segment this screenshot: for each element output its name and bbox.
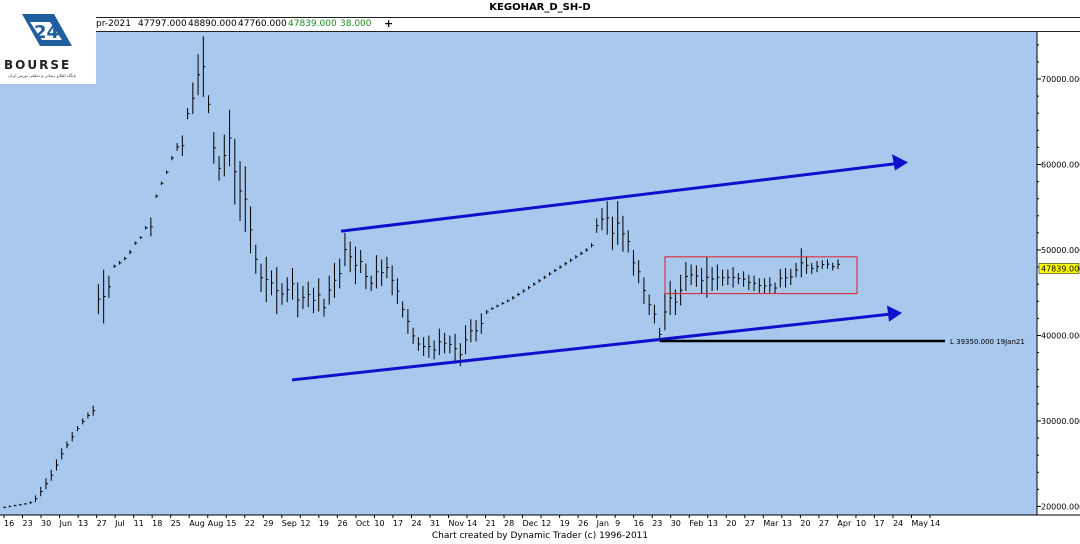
x-tick-label: 11 <box>134 519 144 528</box>
x-tick-label: 25 <box>171 519 181 528</box>
ohlc-close: 47839.000 <box>288 19 337 29</box>
x-tick-label: Aug <box>208 519 224 528</box>
x-tick-label: 12 <box>300 519 310 528</box>
logo-24-icon: 24 <box>22 14 72 46</box>
x-tick-label: 13 <box>782 519 792 528</box>
y-tick-label: 30000.000 <box>1041 417 1080 426</box>
x-tick-label: 20 <box>726 519 736 528</box>
x-tick-label: Oct <box>356 519 370 528</box>
y-tick-label: 50000.000 <box>1041 246 1080 255</box>
ohlc-change: 38.000 <box>340 19 372 29</box>
x-tick-label: 27 <box>745 519 755 528</box>
x-axis: 16 23 30 Jun 13 27 Jul 11 18 25 Aug Aug 15 22 29 Sep 12 1… <box>0 514 1080 531</box>
x-tick-label: Aug <box>189 519 205 528</box>
ohlc-low: 47760.000 <box>238 19 287 29</box>
y-tick-label: 60000.000 <box>1041 161 1080 170</box>
x-tick-label: 26 <box>578 519 588 528</box>
x-tick-label: Jul <box>114 519 125 528</box>
x-tick-label: 22 <box>245 519 255 528</box>
x-tick-label: 17 <box>874 519 884 528</box>
support-label: L 39350.000 19Jan21 <box>950 338 1025 346</box>
x-tick-label: 31 <box>430 519 440 528</box>
x-tick-label: 9 <box>615 519 620 528</box>
x-tick-label: 24 <box>893 519 903 528</box>
x-tick-label: Mar <box>763 519 779 528</box>
last-price-label: 47839.000 <box>1041 264 1080 273</box>
x-tick-label: 13 <box>708 519 718 528</box>
x-tick-label: 10 <box>856 519 866 528</box>
x-tick-label: 14 <box>467 519 477 528</box>
x-tick-label: 23 <box>23 519 33 528</box>
x-tick-label: 20 <box>800 519 810 528</box>
ohlc-open: 47797.000 <box>138 19 187 29</box>
x-tick-label: 21 <box>486 519 496 528</box>
x-tick-label: 16 <box>634 519 644 528</box>
x-tick-label: May <box>911 519 928 528</box>
ohlc-readout: pr-2021 47797.000 48890.000 47760.000 47… <box>96 17 1080 32</box>
x-tick-label: 23 <box>652 519 662 528</box>
x-tick-label: 19 <box>560 519 570 528</box>
x-tick-label: Apr <box>837 519 852 528</box>
x-tick-label: 27 <box>819 519 829 528</box>
x-tick-label: 18 <box>152 519 162 528</box>
x-tick-label: 17 <box>393 519 403 528</box>
x-tick-label: 19 <box>319 519 329 528</box>
y-tick-label: 20000.000 <box>1041 502 1080 511</box>
chart-title: KEGOHAR_D_SH-D <box>489 2 591 13</box>
logo-word: BOURSE <box>4 58 72 72</box>
x-tick-label: 13 <box>78 519 88 528</box>
chart-canvas: L 39350.000 19Jan21 20000.000 30000.000 40… <box>0 32 1080 531</box>
x-tick-label: Jan <box>596 519 609 528</box>
x-tick-label: 28 <box>504 519 514 528</box>
x-tick-label: Nov <box>448 519 464 528</box>
add-button[interactable]: + <box>384 17 393 30</box>
svg-text:24: 24 <box>34 22 59 43</box>
x-tick-label: Sep <box>282 519 297 528</box>
x-tick-label: 15 <box>226 519 236 528</box>
x-tick-label: 30 <box>41 519 51 528</box>
x-tick-label: 30 <box>671 519 681 528</box>
x-tick-label: 10 <box>374 519 384 528</box>
x-tick-label: 27 <box>97 519 107 528</box>
x-tick-label: Dec <box>523 519 538 528</box>
title-bar: KEGOHAR_D_SH-D <box>0 0 1080 18</box>
x-tick-label: Feb <box>689 519 703 528</box>
x-tick-label: 12 <box>541 519 551 528</box>
y-tick-label: 70000.000 <box>1041 75 1080 84</box>
x-tick-label: Jun <box>59 519 72 528</box>
plot-area <box>0 32 1037 515</box>
ohlc-date: pr-2021 <box>96 19 131 29</box>
x-tick-label: 29 <box>263 519 273 528</box>
y-tick-label: 40000.000 <box>1041 331 1080 340</box>
footer-credit: Chart created by Dynamic Trader (c) 1996… <box>431 531 649 541</box>
x-tick-label: 16 <box>4 519 14 528</box>
logo-subtitle: پایگاه اطلاع رسانی و تحلیلی بورس ایران <box>8 73 76 78</box>
ohlc-high: 48890.000 <box>188 19 237 29</box>
x-tick-label: 14 <box>930 519 940 528</box>
logo: 24 BOURSE پایگاه اطلاع رسانی و تحلیلی بو… <box>0 0 96 84</box>
x-tick-label: 24 <box>411 519 421 528</box>
y-axis: 20000.000 30000.000 40000.000 50000.000 6000… <box>1036 32 1080 515</box>
x-tick-label: 26 <box>337 519 347 528</box>
